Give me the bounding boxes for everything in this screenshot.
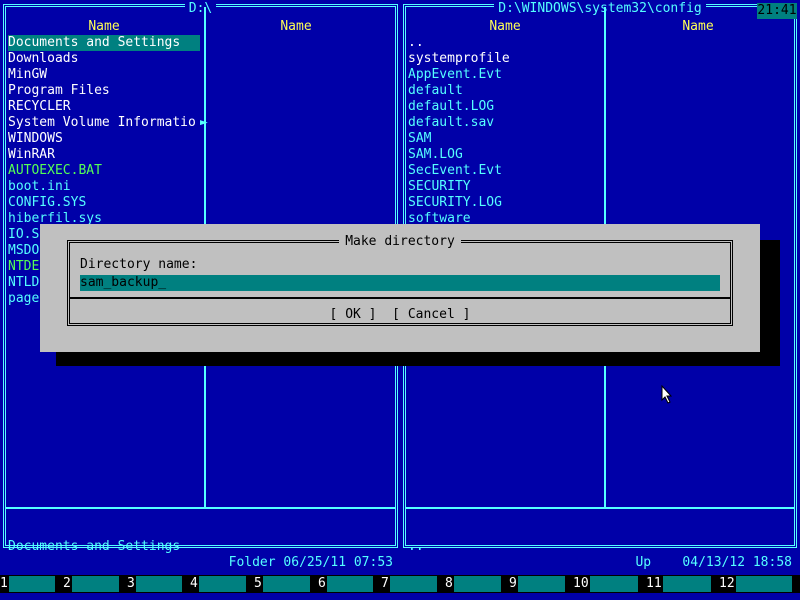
list-item[interactable]: Program Files	[8, 83, 200, 99]
directory-name-input[interactable]	[80, 275, 720, 291]
function-key-number: 1	[0, 576, 8, 591]
function-key-label	[518, 576, 565, 592]
right-col2-header[interactable]: Name	[608, 19, 788, 35]
function-key-number: 6	[318, 576, 326, 591]
function-key-number: 2	[63, 576, 71, 591]
make-directory-dialog: Make directory Directory name: [ OK ] [ …	[40, 224, 760, 352]
function-key-number: 9	[509, 576, 517, 591]
list-item[interactable]: WinRAR	[8, 147, 200, 163]
list-item[interactable]: default	[408, 83, 510, 99]
left-col2-header[interactable]: Name	[206, 19, 386, 35]
left-footer-separator	[6, 507, 395, 509]
right-file-list[interactable]: .. systemprofile AppEvent.Evt default defaul…	[408, 35, 510, 227]
list-item[interactable]: RECYCLER	[8, 99, 200, 115]
function-key-label	[590, 576, 638, 592]
function-key-label	[72, 576, 119, 592]
list-item[interactable]: SecEvent.Evt	[408, 163, 510, 179]
function-key-number: 10	[573, 576, 589, 591]
list-item[interactable]: System Volume Informatio	[8, 115, 200, 131]
list-item[interactable]: CONFIG.SYS	[8, 195, 200, 211]
list-item[interactable]: boot.ini	[8, 179, 200, 195]
list-item[interactable]: default.LOG	[408, 99, 510, 115]
dialog-frame: Make directory Directory name: [ OK ] [ …	[67, 234, 733, 326]
right-col1-header[interactable]: Name	[406, 19, 604, 35]
right-panel-path: D:\WINDOWS\system32\config	[406, 1, 794, 17]
left-col1-header[interactable]: Name	[6, 19, 202, 35]
list-item[interactable]: WINDOWS	[8, 131, 200, 147]
list-item[interactable]: SAM	[408, 131, 510, 147]
dialog-title: Make directory	[70, 234, 730, 250]
ok-button[interactable]: [ OK ]	[330, 307, 377, 322]
mouse-pointer-icon	[661, 385, 673, 404]
function-key-number: 12	[719, 576, 735, 591]
function-key-label	[136, 576, 182, 592]
function-key-number: 4	[190, 576, 198, 591]
list-item[interactable]: default.sav	[408, 115, 510, 131]
function-key-label	[454, 576, 501, 592]
right-status-line: .. Up 04/13/12 18:58	[408, 523, 792, 570]
dialog-buttons: [ OK ] [ Cancel ]	[70, 307, 730, 323]
list-item[interactable]: systemprofile	[408, 51, 510, 67]
function-key-number: 8	[445, 576, 453, 591]
left-status-info: Folder 06/25/11 07:53	[228, 555, 393, 570]
left-panel-path: D:\	[6, 1, 395, 17]
dialog-separator	[70, 297, 730, 299]
function-key-bar: 1 2 3 4 5 6 7 8 9 10 11 12	[0, 575, 800, 593]
left-status-line: Documents and Settings Folder 06/25/11 0…	[8, 523, 393, 570]
function-key-label	[390, 576, 437, 592]
function-key-number: 3	[127, 576, 135, 591]
list-item[interactable]: Documents and Settings	[8, 35, 200, 51]
function-key-number: 11	[646, 576, 662, 591]
function-key-number: 5	[254, 576, 262, 591]
function-key-label	[327, 576, 373, 592]
list-item[interactable]: AUTOEXEC.BAT	[8, 163, 200, 179]
function-key-number: 7	[381, 576, 389, 591]
list-item[interactable]: SECURITY	[408, 179, 510, 195]
list-item[interactable]: ..	[408, 35, 510, 51]
right-status-name: ..	[408, 539, 424, 554]
function-key-label	[736, 576, 792, 592]
clock: 21:41	[757, 3, 797, 19]
list-item[interactable]: Downloads	[8, 51, 200, 67]
list-item[interactable]: AppEvent.Evt	[408, 67, 510, 83]
cancel-button[interactable]: [ Cancel ]	[392, 307, 470, 322]
function-key-label	[663, 576, 711, 592]
right-footer-separator	[406, 507, 794, 509]
list-item[interactable]: SAM.LOG	[408, 147, 510, 163]
function-key-label	[9, 576, 55, 592]
right-status-info: Up 04/13/12 18:58	[635, 555, 792, 570]
list-item[interactable]: SECURITY.LOG	[408, 195, 510, 211]
directory-name-label: Directory name:	[80, 257, 198, 272]
left-status-name: Documents and Settings	[8, 539, 181, 554]
list-item[interactable]: MinGW	[8, 67, 200, 83]
function-key-label	[199, 576, 246, 592]
function-key-label	[263, 576, 310, 592]
name-truncated-arrow-icon: ►	[200, 115, 208, 130]
